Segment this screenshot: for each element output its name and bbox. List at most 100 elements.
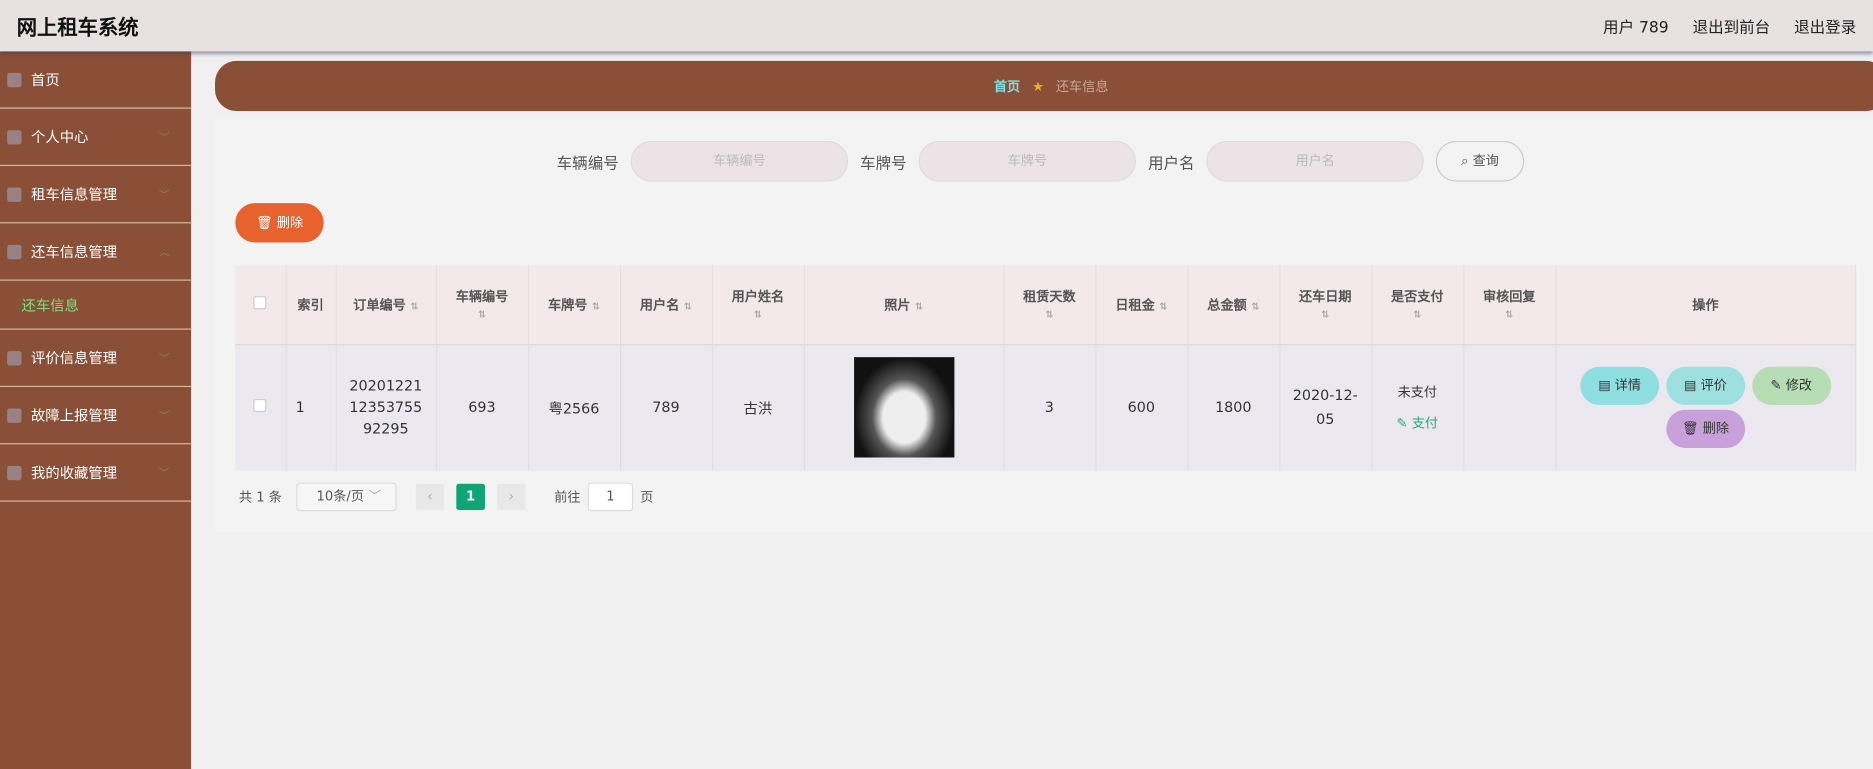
pay-link[interactable]: ✎ 支付 [1372,414,1463,433]
delete-button[interactable]: 🗑 删除 [1666,410,1745,449]
send-icon [7,465,22,480]
grid-icon [7,407,22,423]
cell-plate: 粤2566 [527,344,621,471]
cell-actions: ▤ 详情 ▤ 评价 ✎ 修改 🗑 删除 [1555,344,1857,471]
col-date[interactable]: 还车日期 ⇅ [1279,265,1372,345]
cell-total: 1800 [1187,344,1280,471]
col-days[interactable]: 租赁天数 ⇅ [1003,265,1096,345]
top-header: 网上租车系统 用户 789 退出到前台 退出登录 [0,0,1873,52]
sidebar-item-label: 租车信息管理 [31,186,118,204]
goto-label: 前往 [554,489,581,506]
query-label: 查询 [1472,152,1499,169]
page-unit-label: 页 [640,489,654,506]
sidebar-item-return[interactable]: 还车信息管理 ︿ [0,223,192,281]
breadcrumb-current: 还车信息 [1055,78,1109,95]
table-header-row: 索引 订单编号 ⇅ 车辆编号 ⇅ 车牌号 ⇅ 用户名 ⇅ 用户姓名 ⇅ 照片 ⇅ 租… [235,265,1857,345]
sidebar-subitem-return-info[interactable]: 还车信息 [0,281,192,330]
pagination: 共 1 条 10条/页 ﹀ ‹ 1 › 前往 1 页 [238,482,654,512]
sidebar-item-fault[interactable]: 故障上报管理 ﹀ [0,387,192,445]
star-icon: ★ [1032,78,1044,94]
search-bar: 车辆编号 车辆编号 车牌号 车牌号 用户名 用户名 ⌕ 查询 [556,140,1525,182]
cell-vehicle: 693 [435,344,529,471]
user-icon [7,129,22,144]
col-daily[interactable]: 日租金 ⇅ [1095,265,1188,345]
sidebar-item-label: 评价信息管理 [31,349,118,367]
col-reply[interactable]: 审核回复 ⇅ [1463,265,1556,345]
sidebar-item-label: 故障上报管理 [31,407,118,425]
breadcrumb: 首页 ★ 还车信息 [215,60,1873,112]
cell-order: 202012211235375592295 [335,344,437,471]
content-panel: 车辆编号 车辆编号 车牌号 车牌号 用户名 用户名 ⌕ 查询 🗑 删除 索引 订… [215,119,1873,532]
batch-delete-button[interactable]: 🗑 删除 [235,203,324,243]
vehicle-label: 车辆编号 [556,154,619,173]
page-1-button[interactable]: 1 [456,483,485,511]
row-checkbox[interactable] [253,399,267,413]
paid-status: 未支付 [1397,384,1437,401]
sidebar-item-profile[interactable]: 个人中心 ﹀ [0,109,192,167]
vehicle-input[interactable]: 车辆编号 [630,140,849,182]
col-total[interactable]: 总金额 ⇅ [1187,265,1280,345]
car-photo[interactable] [853,357,954,458]
detail-button[interactable]: ▤ 详情 [1580,367,1660,406]
edit-icon [7,244,22,259]
col-order[interactable]: 订单编号 ⇅ [335,265,437,345]
plate-input[interactable]: 车牌号 [918,140,1137,182]
prev-page-button[interactable]: ‹ [415,483,445,511]
cell-date: 2020-12-05 [1279,344,1372,471]
col-actions: 操作 [1555,265,1857,345]
col-plate[interactable]: 车牌号 ⇅ [527,265,621,345]
cell-index: 1 [285,344,337,471]
total-count: 共 1 条 [238,489,282,506]
col-vehicle[interactable]: 车辆编号 ⇅ [435,265,529,345]
sidebar-item-label: 还车信息管理 [31,243,118,261]
sidebar-item-label: 首页 [31,71,60,89]
review-icon [7,350,22,365]
cell-paid: 未支付 ✎ 支付 [1371,344,1464,471]
to-front-link[interactable]: 退出到前台 [1693,14,1771,37]
goto-page-input[interactable]: 1 [587,482,634,512]
review-button[interactable]: ▤ 评价 [1666,367,1745,406]
home-icon [7,72,22,87]
sidebar-item-label: 我的收藏管理 [31,464,118,482]
sidebar-item-rental[interactable]: 租车信息管理 ﹀ [0,166,192,224]
select-all-checkbox[interactable] [253,295,267,310]
user-label: 用户 789 [1603,19,1669,38]
cell-username: 789 [619,344,713,471]
search-icon: ⌕ [1461,152,1473,169]
col-username[interactable]: 用户名 ⇅ [619,265,713,345]
cell-days: 3 [1003,344,1096,471]
chevron-down-icon: ﹀ [158,410,170,423]
username-label: 用户名 [1147,154,1195,173]
return-table: 索引 订单编号 ⇅ 车辆编号 ⇅ 车牌号 ⇅ 用户名 ⇅ 用户姓名 ⇅ 照片 ⇅ 租… [235,265,1857,471]
cell-daily: 600 [1095,344,1188,471]
plate-label: 车牌号 [860,154,907,173]
cell-name: 古洪 [711,344,805,471]
logout-link[interactable]: 退出登录 [1794,14,1856,37]
col-photo[interactable]: 照片 ⇅ [803,265,1004,345]
sidebar: 首页 个人中心 ﹀ 租车信息管理 ﹀ 还车信息管理 ︿ 还车信息 评价信息管理 ﹀ 故障… [0,51,192,769]
col-name[interactable]: 用户姓名 ⇅ [711,265,805,345]
chevron-down-icon: ﹀ [158,189,170,202]
list-icon [7,186,22,202]
col-paid[interactable]: 是否支付 ⇅ [1371,265,1464,345]
breadcrumb-home[interactable]: 首页 [994,76,1020,95]
chevron-up-icon: ︿ [158,247,170,260]
sidebar-item-favorites[interactable]: 我的收藏管理 ﹀ [0,444,192,502]
chevron-down-icon: ﹀ [158,132,170,145]
next-page-button[interactable]: › [496,483,526,511]
chevron-down-icon: ﹀ [158,353,170,366]
trash-icon: 🗑 [255,215,277,231]
sidebar-item-review[interactable]: 评价信息管理 ﹀ [0,330,192,388]
sidebar-item-label: 个人中心 [31,129,89,146]
delete-label: 删除 [276,215,304,231]
chevron-down-icon: ﹀ [158,468,170,481]
col-index: 索引 [285,265,337,345]
page-size-select[interactable]: 10条/页 ﹀ [296,482,397,512]
query-button[interactable]: ⌕ 查询 [1435,140,1525,182]
sidebar-item-home[interactable]: 首页 [0,51,192,109]
app-title: 网上租车系统 [16,16,139,41]
username-input[interactable]: 用户名 [1206,140,1424,182]
table-row: 1 202012211235375592295 693 粤2566 789 古洪… [235,344,1857,471]
cell-reply [1463,344,1556,471]
edit-button[interactable]: ✎ 修改 [1751,367,1831,406]
